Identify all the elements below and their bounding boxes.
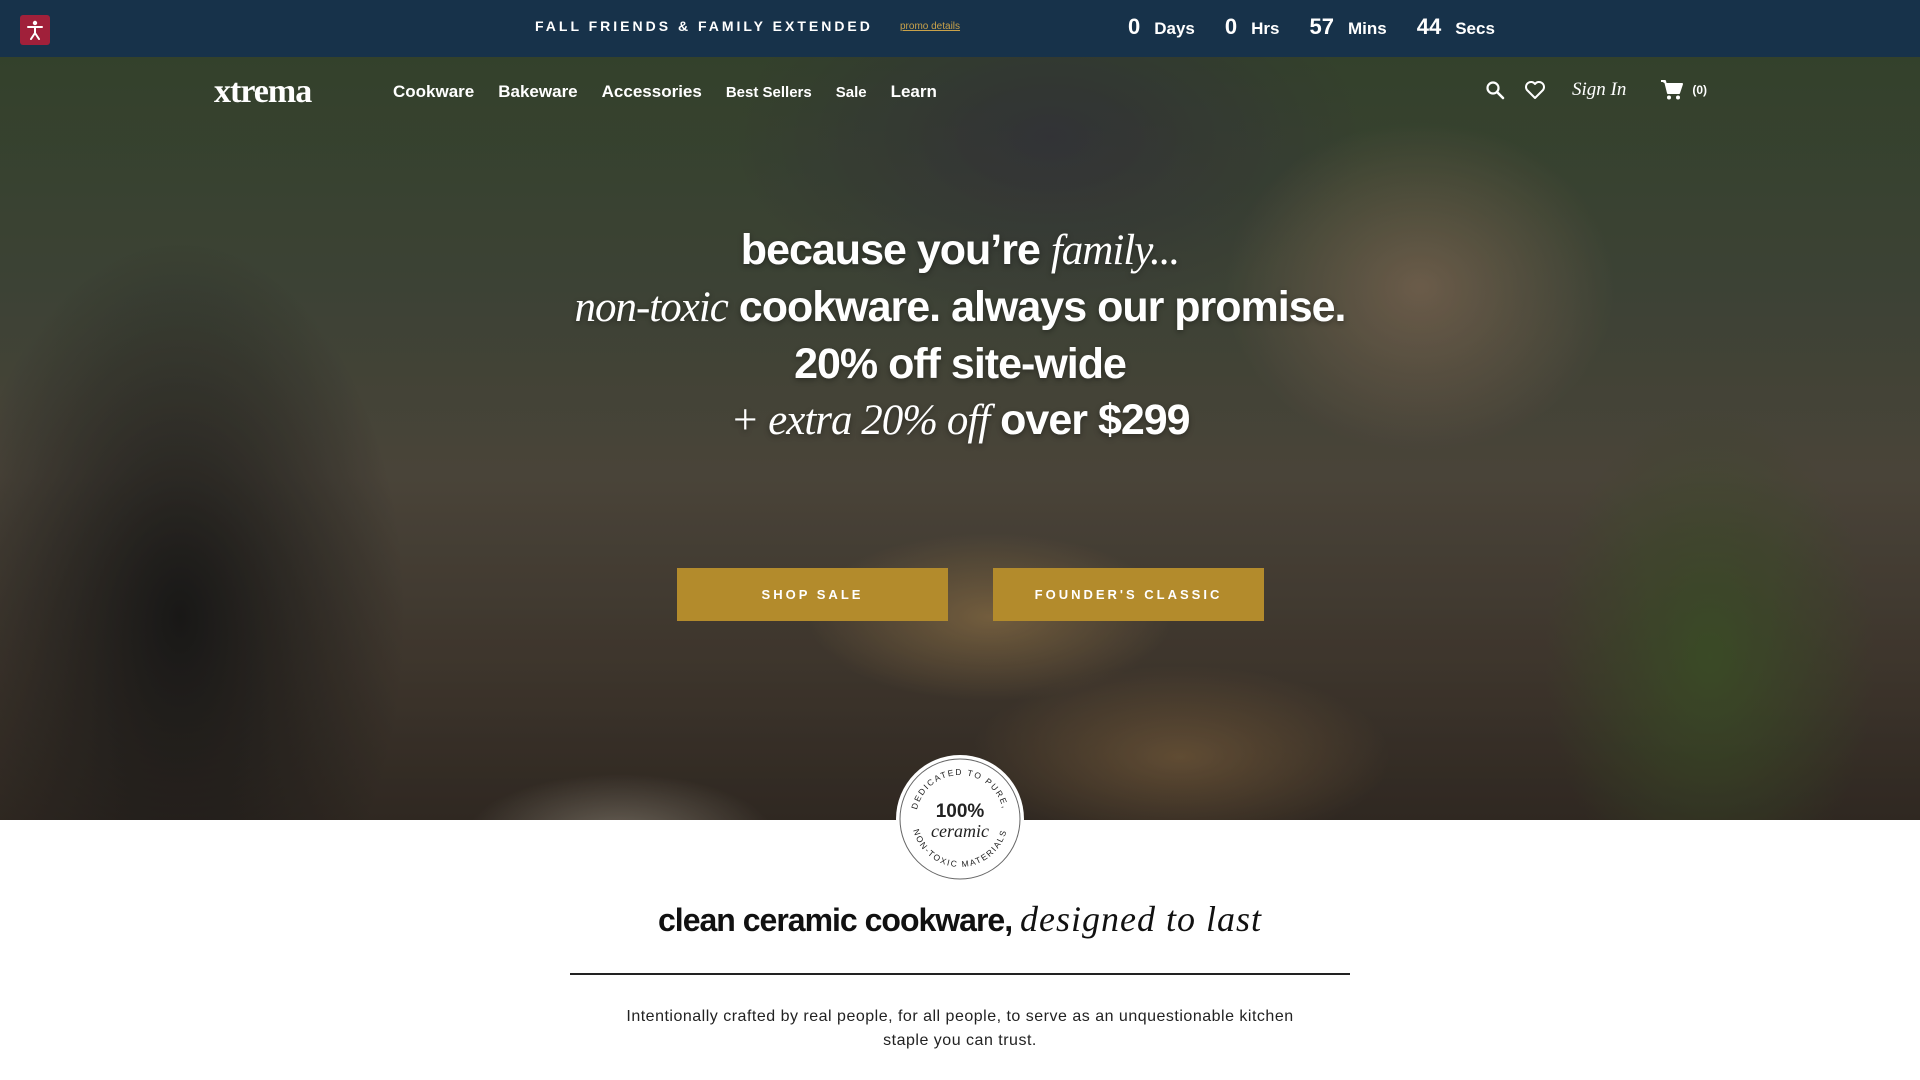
countdown-days: 0 Days bbox=[1128, 14, 1195, 40]
nav-link-best-sellers[interactable]: Best Sellers bbox=[726, 82, 812, 102]
headline-line-1: because you’re family... bbox=[0, 222, 1920, 279]
countdown-timer: 0 Days 0 Hrs 57 Mins 44 Secs bbox=[1128, 14, 1495, 40]
sign-in-link[interactable]: Sign In bbox=[1572, 79, 1626, 101]
shop-sale-button[interactable]: SHOP SALE bbox=[677, 568, 948, 621]
headline-line-2: non-toxic cookware. always our promise. bbox=[0, 279, 1920, 336]
ceramic-badge: DEDICATED TO PURE, NON-TOXIC MATERIALS 1… bbox=[896, 755, 1024, 883]
main-navigation: xtrema Cookware Bakeware Accessories Bes… bbox=[0, 57, 1920, 127]
search-icon bbox=[1486, 81, 1505, 100]
countdown-label: Hrs bbox=[1251, 19, 1280, 38]
headline-text: cookware. always our promise. bbox=[727, 283, 1347, 331]
countdown-value: 57 bbox=[1309, 14, 1334, 39]
nav-utilities: Sign In (0) bbox=[1482, 77, 1707, 103]
heart-icon bbox=[1525, 81, 1545, 99]
countdown-seconds: 44 Secs bbox=[1417, 14, 1495, 40]
brand-logo[interactable]: xtrema bbox=[214, 73, 312, 111]
countdown-value: 0 bbox=[1224, 14, 1238, 39]
accessibility-icon bbox=[27, 20, 43, 40]
hero-headline: because you’re family... non-toxic cookw… bbox=[0, 222, 1920, 449]
cart-button[interactable]: (0) bbox=[1660, 79, 1707, 101]
nav-link-cookware[interactable]: Cookware bbox=[393, 82, 474, 102]
badge-word: ceramic bbox=[931, 821, 989, 841]
section-title-text: clean ceramic cookware, bbox=[658, 902, 1020, 938]
headline-italic: family... bbox=[1050, 227, 1180, 274]
hero-cta-group: SHOP SALE FOUNDER'S CLASSIC bbox=[677, 568, 1264, 621]
headline-italic: non-toxic bbox=[574, 284, 728, 331]
announcement-bar: FALL FRIENDS & FAMILY EXTENDED promo det… bbox=[0, 0, 1920, 57]
headline-line-3: 20% off site-wide bbox=[794, 340, 1127, 388]
countdown-label: Days bbox=[1154, 19, 1195, 38]
countdown-value: 44 bbox=[1416, 14, 1442, 39]
headline-text: over $299 bbox=[989, 396, 1190, 444]
headline-line-4: + extra 20% off over $299 bbox=[0, 392, 1920, 449]
promo-text: FALL FRIENDS & FAMILY EXTENDED bbox=[535, 18, 873, 34]
section-description: Intentionally crafted by real people, fo… bbox=[626, 1008, 1294, 1049]
founders-classic-button[interactable]: FOUNDER'S CLASSIC bbox=[993, 568, 1264, 621]
nav-link-learn[interactable]: Learn bbox=[891, 82, 937, 102]
section-title-italic: designed to last bbox=[1020, 899, 1262, 939]
nav-link-sale[interactable]: Sale bbox=[836, 82, 867, 102]
accessibility-button[interactable] bbox=[20, 15, 50, 45]
countdown-minutes: 57 Mins bbox=[1310, 14, 1387, 40]
cart-icon bbox=[1661, 80, 1684, 100]
hero-banner: xtrema Cookware Bakeware Accessories Bes… bbox=[0, 57, 1920, 820]
nav-link-accessories[interactable]: Accessories bbox=[602, 82, 702, 102]
search-button[interactable] bbox=[1482, 77, 1508, 103]
headline-italic: + extra 20% off bbox=[730, 397, 990, 444]
nav-links: Cookware Bakeware Accessories Best Selle… bbox=[393, 82, 937, 102]
headline-text: because you’re bbox=[740, 226, 1051, 274]
countdown-label: Mins bbox=[1347, 19, 1387, 38]
countdown-label: Secs bbox=[1455, 19, 1495, 38]
countdown-hours: 0 Hrs bbox=[1225, 14, 1280, 40]
cart-count: (0) bbox=[1692, 83, 1708, 97]
badge-percent: 100% bbox=[935, 801, 985, 822]
nav-link-bakeware[interactable]: Bakeware bbox=[498, 82, 577, 102]
section-title: clean ceramic cookware, designed to last bbox=[0, 898, 1920, 940]
promo-details-link[interactable]: promo details bbox=[900, 21, 960, 32]
wishlist-button[interactable] bbox=[1522, 77, 1548, 103]
section-divider bbox=[570, 973, 1350, 975]
countdown-value: 0 bbox=[1128, 14, 1141, 39]
